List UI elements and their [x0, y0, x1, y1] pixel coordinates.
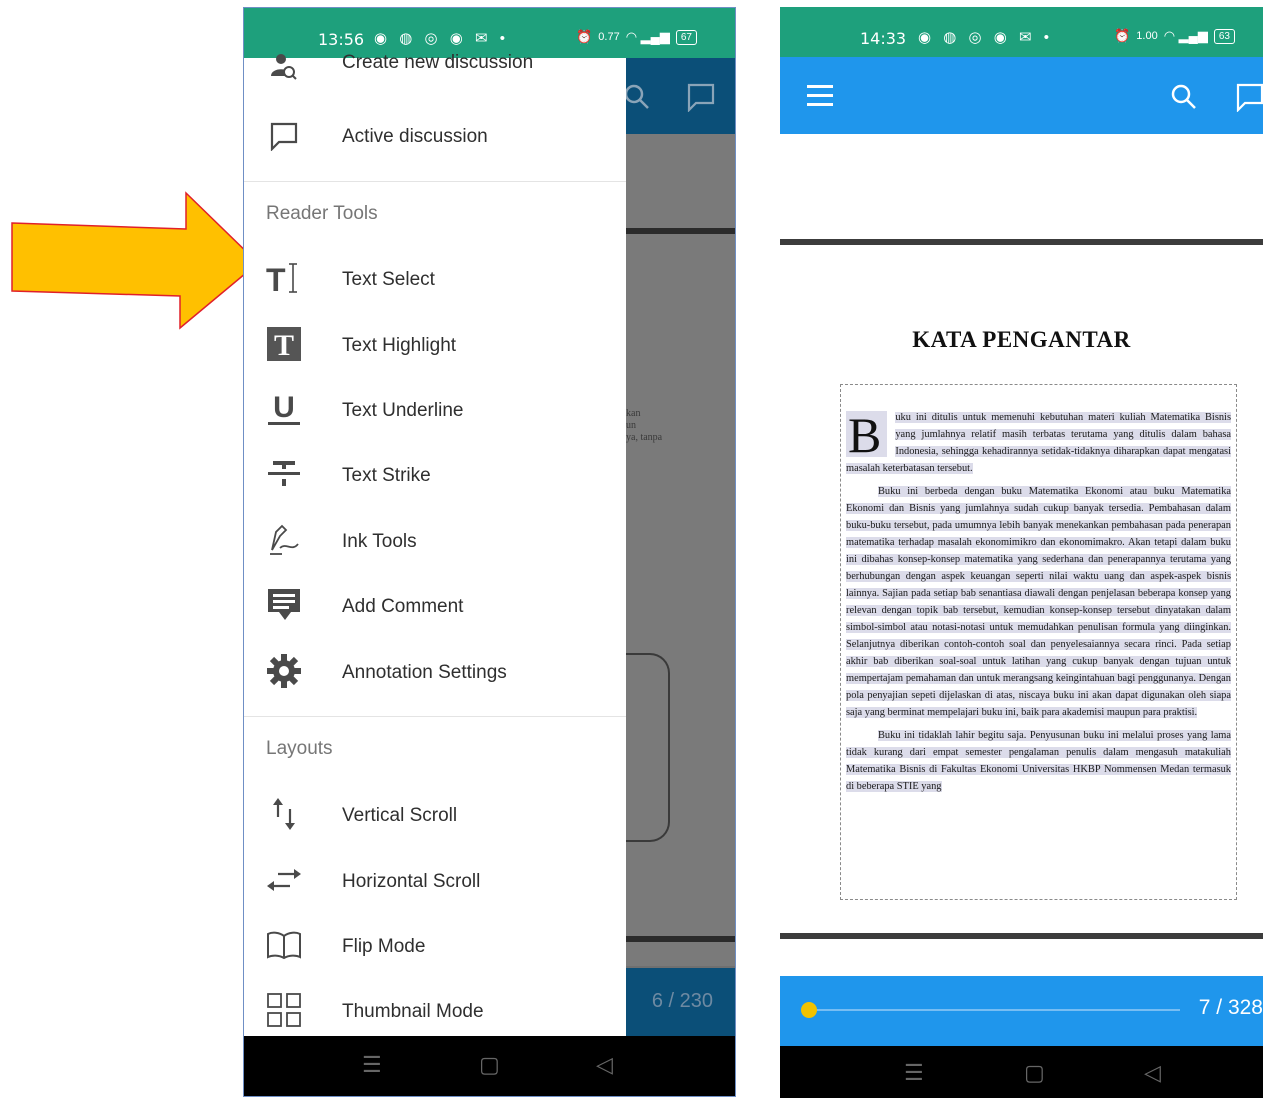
- page-separator: [780, 239, 1263, 245]
- page-counter: 7 / 328: [1198, 996, 1263, 1019]
- bottom-bar: 7 / 328: [780, 976, 1263, 1046]
- gear-icon: [264, 651, 304, 691]
- text-select-icon: T: [264, 258, 304, 298]
- menu-label: Flip Mode: [342, 936, 426, 957]
- home-icon[interactable]: ▢: [479, 1052, 500, 1078]
- page-counter: 6 / 230: [651, 990, 713, 1012]
- menu-item-horizontal-scroll[interactable]: Horizontal Scroll: [244, 850, 626, 910]
- menu-label: Text Highlight: [342, 335, 457, 356]
- vertical-arrows-icon: [264, 794, 304, 834]
- menu-item-text-strike[interactable]: Text Strike: [244, 444, 626, 504]
- page-separator: [626, 936, 735, 942]
- background-text-line: kan: [626, 408, 641, 419]
- menu-item-vertical-scroll[interactable]: Vertical Scroll: [244, 784, 626, 844]
- app-bar: [780, 57, 1263, 134]
- background-rounded-box: [626, 653, 670, 842]
- left-phone-screen: 13:56 ◉ ◍ ◎ ◉ ✉ • ⏰ 0.77 ◠ ▂▄▆ 67 kan un…: [243, 7, 736, 1097]
- status-time: 14:33: [860, 29, 907, 48]
- recent-apps-icon[interactable]: ☰: [362, 1052, 382, 1078]
- paragraph-text: Buku ini berbeda dengan buku Matematika …: [846, 486, 1231, 718]
- menu-label: Ink Tools: [342, 531, 417, 552]
- menu-label: Thumbnail Mode: [342, 1001, 484, 1022]
- page-slider-track[interactable]: [810, 1009, 1180, 1011]
- paragraph-text: uku ini ditulis untuk memenuhi kebutuhan…: [846, 412, 1231, 474]
- pointer-arrow-annotation: [11, 191, 260, 330]
- menu-item-text-highlight[interactable]: T Text Highlight: [244, 314, 626, 374]
- text-strike-icon: [264, 454, 304, 494]
- menu-label: Add Comment: [342, 596, 464, 617]
- menu-label: Annotation Settings: [342, 662, 507, 683]
- menu-item-add-comment[interactable]: Add Comment: [244, 575, 626, 635]
- menu-hamburger-icon[interactable]: [807, 85, 833, 107]
- paragraph-2: Buku ini berbeda dengan buku Matematika …: [846, 483, 1231, 721]
- search-icon[interactable]: [626, 84, 652, 110]
- navigation-drawer: Create new discussion Active discussion …: [244, 52, 626, 1040]
- menu-label: Text Strike: [342, 465, 431, 486]
- chat-bubble-icon[interactable]: [686, 82, 716, 112]
- home-icon[interactable]: ▢: [1024, 1060, 1045, 1086]
- paragraph-1: Buku ini ditulis untuk memenuhi kebutuha…: [846, 409, 1231, 477]
- svg-text:T: T: [274, 329, 294, 361]
- status-right-icons: ⏰ 1.00 ◠ ▂▄▆ 63: [1114, 28, 1235, 44]
- system-nav-bar: ☰ ▢ ◁: [780, 1046, 1263, 1098]
- back-icon[interactable]: ◁: [596, 1052, 613, 1078]
- comment-icon: [264, 585, 304, 625]
- menu-item-annotation-settings[interactable]: Annotation Settings: [244, 641, 626, 701]
- menu-label: Active discussion: [342, 126, 488, 147]
- background-text: kan un ya, tanpa: [626, 408, 662, 444]
- page-slider-thumb[interactable]: [801, 1002, 817, 1018]
- menu-label: Create new discussion: [342, 52, 534, 73]
- section-header-reader-tools: Reader Tools: [266, 203, 378, 224]
- pen-icon: [264, 520, 304, 560]
- notification-icons: ◉ ◍ ◎ ◉ ✉ •: [918, 29, 1054, 46]
- grid-icon: [264, 990, 304, 1030]
- menu-item-flip-mode[interactable]: Flip Mode: [244, 915, 626, 975]
- chat-bubble-icon: [264, 116, 304, 156]
- search-icon[interactable]: [1170, 83, 1198, 111]
- menu-label: Vertical Scroll: [342, 805, 458, 826]
- horizontal-arrows-icon: [264, 860, 304, 900]
- app-bar-dimmed: [626, 58, 735, 134]
- recent-apps-icon[interactable]: ☰: [904, 1060, 924, 1086]
- svg-text:U: U: [273, 391, 295, 424]
- menu-item-text-select[interactable]: T Text Select: [244, 248, 626, 308]
- menu-label: Horizontal Scroll: [342, 871, 481, 892]
- wifi-icon: ◠ ▂▄▆: [1163, 28, 1208, 43]
- menu-label: Text Underline: [342, 400, 464, 421]
- discussion-user-icon: [264, 46, 304, 86]
- book-icon: [264, 925, 304, 965]
- divider: [244, 716, 626, 717]
- svg-text:T: T: [266, 262, 286, 296]
- background-text-line: un: [626, 420, 636, 431]
- status-bar: 14:33 ◉ ◍ ◎ ◉ ✉ • ⏰ 1.00 ◠ ▂▄▆ 63: [780, 7, 1263, 57]
- divider: [244, 181, 626, 182]
- alarm-icon: ⏰: [1114, 28, 1131, 43]
- menu-item-ink-tools[interactable]: Ink Tools: [244, 510, 626, 570]
- text-highlight-icon: T: [264, 324, 304, 364]
- menu-item-active-discussion[interactable]: Active discussion: [244, 106, 626, 166]
- battery-icon: 63: [1213, 28, 1235, 44]
- bottom-bar-dimmed: 6 / 230: [626, 968, 735, 1038]
- battery-icon: 67: [675, 29, 697, 45]
- page-title: KATA PENGANTAR: [912, 327, 1131, 352]
- paragraph-text: Buku ini tidaklah lahir begitu saja. Pen…: [846, 730, 1231, 792]
- page-separator: [780, 933, 1263, 939]
- wifi-icon: ◠ ▂▄▆: [625, 29, 670, 44]
- menu-item-create-discussion[interactable]: Create new discussion: [244, 38, 626, 98]
- section-header-layouts: Layouts: [266, 738, 333, 759]
- text-underline-icon: U: [264, 389, 304, 429]
- menu-item-text-underline[interactable]: U Text Underline: [244, 379, 626, 439]
- back-icon[interactable]: ◁: [1144, 1060, 1161, 1086]
- paragraph-3: Buku ini tidaklah lahir begitu saja. Pen…: [846, 727, 1231, 795]
- menu-label: Text Select: [342, 269, 435, 290]
- system-nav-bar: ☰ ▢ ◁: [244, 1036, 735, 1096]
- drop-cap: B: [846, 410, 888, 460]
- chat-bubble-icon[interactable]: [1235, 82, 1263, 112]
- background-text-line: ya, tanpa: [626, 432, 663, 443]
- page-separator: [626, 228, 735, 234]
- network-speed: 1.00: [1136, 30, 1158, 42]
- right-phone-screen: 14:33 ◉ ◍ ◎ ◉ ✉ • ⏰ 1.00 ◠ ▂▄▆ 63 KATA P…: [780, 7, 1263, 1098]
- selected-text-box[interactable]: Buku ini ditulis untuk memenuhi kebutuha…: [840, 384, 1237, 900]
- menu-item-thumbnail-mode[interactable]: Thumbnail Mode: [244, 980, 626, 1040]
